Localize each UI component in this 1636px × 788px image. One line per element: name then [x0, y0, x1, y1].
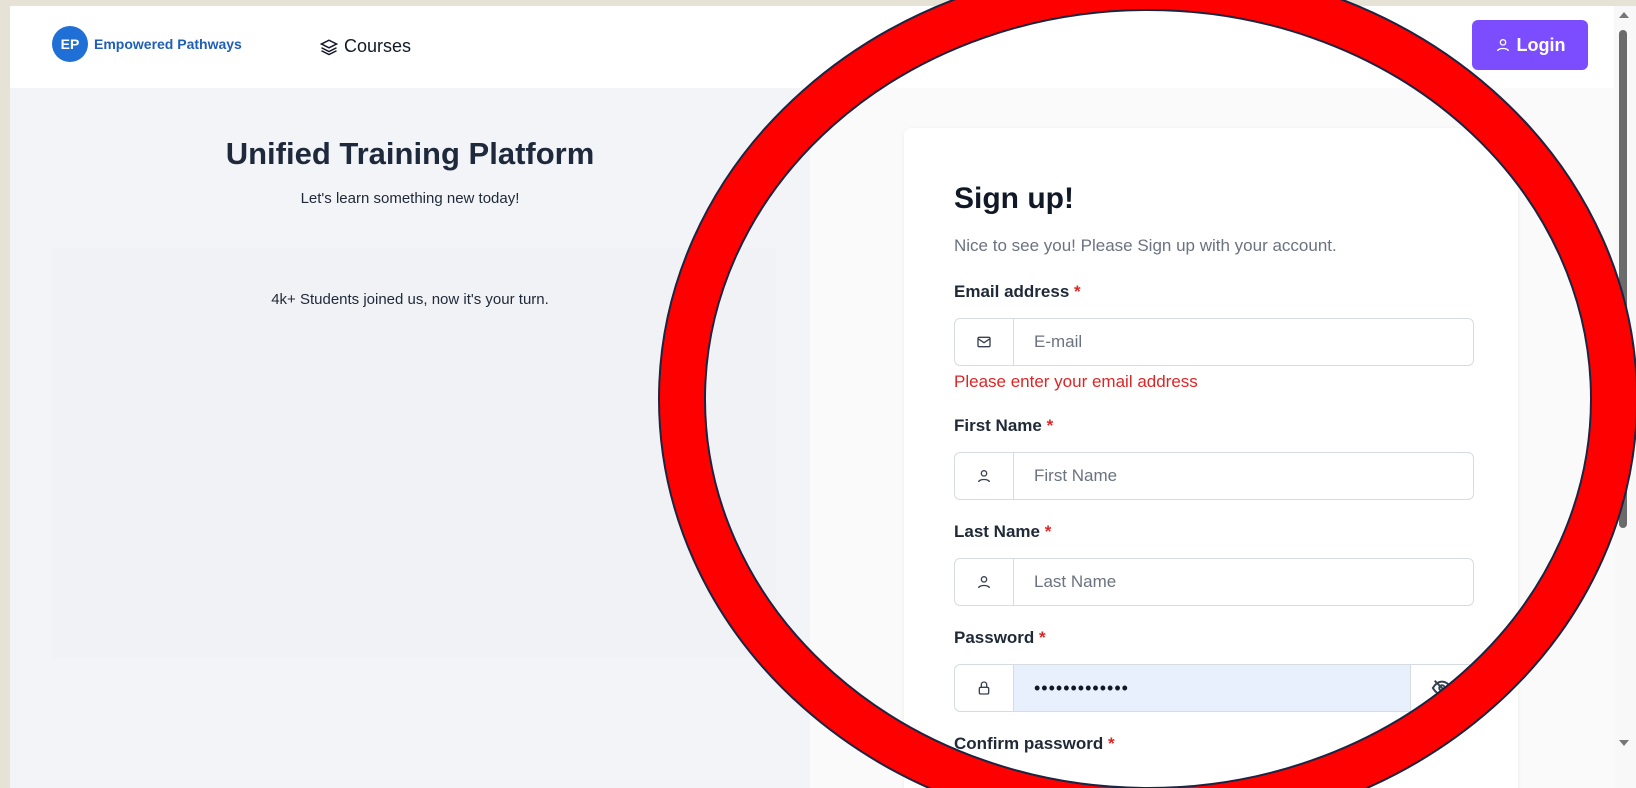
email-label-text: Email address — [954, 282, 1070, 301]
confirm-password-label-text: Confirm password — [954, 734, 1104, 753]
signup-card: Sign up! Nice to see you! Please Sign up… — [904, 128, 1518, 788]
last-name-input[interactable]: Last Name — [1014, 559, 1473, 605]
scroll-up-icon[interactable] — [1619, 12, 1629, 18]
browser-window: EP Empowered Pathways Courses Login Unif… — [10, 6, 1622, 788]
signup-title: Sign up! — [954, 182, 1074, 215]
first-name-label-text: First Name — [954, 416, 1042, 435]
last-name-label: Last Name * — [954, 522, 1051, 542]
user-icon — [978, 576, 990, 589]
signup-panel: Sign up! Nice to see you! Please Sign up… — [810, 88, 1622, 788]
last-name-label-text: Last Name — [954, 522, 1040, 541]
user-icon — [978, 470, 990, 483]
password-label-text: Password — [954, 628, 1035, 647]
last-name-field[interactable]: Last Name — [954, 558, 1474, 606]
vertical-scrollbar[interactable] — [1614, 6, 1636, 788]
hero-subtitle: Let's learn something new today! — [300, 190, 520, 207]
required-mark: * — [1046, 416, 1054, 435]
last-name-icon-box — [955, 559, 1014, 605]
courses-label: Courses — [344, 36, 412, 56]
required-mark: * — [1107, 734, 1115, 753]
required-mark: * — [1074, 282, 1081, 301]
password-field[interactable]: ••••••••••••• — [954, 664, 1474, 712]
logo-mark: EP — [52, 26, 88, 62]
brand-logo[interactable]: EP Empowered Pathways — [52, 26, 242, 62]
first-name-label: First Name * — [954, 416, 1053, 436]
scrollbar-thumb[interactable] — [1619, 30, 1627, 528]
hero-panel: Unified Training Platform Let's learn so… — [10, 88, 810, 788]
mail-icon — [977, 336, 991, 348]
login-label: Login — [1516, 34, 1566, 55]
students-text: 4k+ Students joined us, now it's your tu… — [271, 291, 549, 308]
toggle-password-visibility[interactable] — [1410, 665, 1473, 711]
email-input[interactable]: E-mail — [1014, 319, 1473, 365]
first-name-icon-box — [955, 453, 1014, 499]
scroll-down-icon[interactable] — [1619, 740, 1629, 746]
lock-icon — [978, 681, 990, 695]
hero-card — [52, 248, 776, 658]
signup-subtitle: Nice to see you! Please Sign up with you… — [954, 236, 1337, 255]
login-button[interactable]: Login — [1472, 20, 1588, 70]
hero-title: Unified Training Platform — [225, 136, 595, 171]
email-field[interactable]: E-mail — [954, 318, 1474, 366]
user-icon — [1496, 39, 1509, 52]
logo-text: Empowered Pathways — [94, 36, 242, 52]
required-mark: * — [1044, 522, 1052, 541]
email-field-icon-box — [955, 319, 1014, 365]
password-input[interactable]: ••••••••••••• — [1014, 665, 1410, 711]
layers-icon — [320, 38, 338, 55]
eye-off-icon — [1431, 679, 1453, 697]
password-label: Password * — [954, 628, 1046, 648]
courses-link[interactable]: Courses — [320, 36, 411, 57]
first-name-field[interactable]: First Name — [954, 452, 1474, 500]
confirm-password-label: Confirm password * — [954, 734, 1115, 754]
email-error: Please enter your email address — [954, 372, 1198, 391]
top-navbar: EP Empowered Pathways Courses Login — [10, 6, 1622, 89]
required-mark: * — [1039, 628, 1046, 647]
password-icon-box — [955, 665, 1014, 711]
first-name-input[interactable]: First Name — [1014, 453, 1473, 499]
email-label: Email address * — [954, 282, 1081, 302]
